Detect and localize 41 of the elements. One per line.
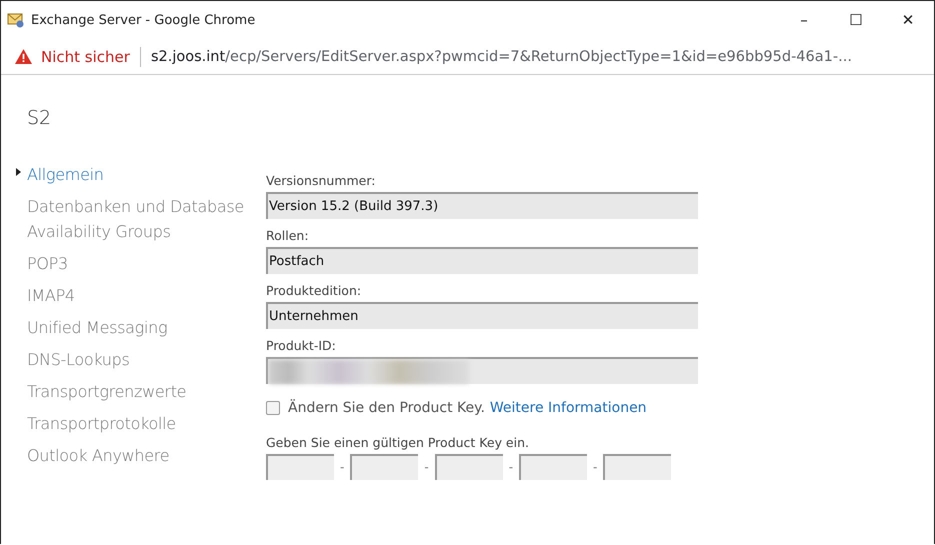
field-label: Produktedition: [266, 282, 362, 299]
sidebar-item[interactable]: DNS-Lookups [27, 347, 130, 372]
mail-icon [7, 12, 25, 28]
window-control[interactable]: ✕ [882, 1, 934, 39]
sidebar-item[interactable]: Transportprotokolle [27, 411, 176, 436]
sidebar-item[interactable]: IMAP4 [27, 283, 75, 308]
warning-icon [15, 49, 32, 64]
field-label: Rollen: [266, 227, 310, 244]
input-field[interactable]: Postfach [266, 247, 698, 274]
window-control[interactable]: ☐ [830, 1, 882, 39]
security-status[interactable]: Nicht sicher [41, 48, 130, 66]
page-title: S2 [27, 107, 52, 129]
url-host[interactable]: s2.joos.int [150, 48, 226, 64]
key-separator: - [593, 460, 598, 474]
triangle-icon [16, 168, 21, 176]
sidebar-item[interactable]: Transportgrenzwerte [27, 379, 186, 404]
key-separator: - [424, 460, 429, 474]
key-field[interactable] [350, 454, 418, 480]
checkbox[interactable] [266, 401, 280, 415]
input-field[interactable]: Unternehmen [266, 302, 698, 329]
key-field[interactable] [603, 454, 672, 480]
window-control[interactable]: – [778, 1, 830, 39]
key-separator: - [340, 460, 344, 474]
key-separator: - [508, 460, 514, 474]
sidebar-item[interactable]: Unified Messaging [27, 315, 168, 340]
key-field[interactable] [434, 454, 503, 480]
checkbox-label: Ändern Sie den Product Key. [288, 400, 485, 416]
url-path[interactable]: /ecp/Servers/EditServer.aspx?pwmcid=7&ReturnObjectType=1&id=e96bb95d-46a1-... [225, 48, 852, 64]
input-field[interactable]: Version 15.2 (Build 397.3) [266, 192, 698, 219]
sidebar-item[interactable]: Allgemein [27, 162, 104, 187]
window-title: Exchange Server - Google Chrome [31, 12, 256, 28]
sidebar-item[interactable]: POP3 [27, 251, 68, 276]
more-info-link[interactable]: Weitere Informationen [490, 400, 647, 416]
sidebar-item[interactable]: Outlook Anywhere [27, 443, 170, 468]
key-field[interactable] [266, 454, 334, 480]
product-key-label: Geben Sie einen gültigen Product Key ein. [266, 434, 530, 451]
key-field[interactable] [519, 454, 588, 480]
field-label: Produkt-ID: [266, 337, 337, 354]
field-label: Versionsnummer: [266, 172, 376, 189]
input-field[interactable] [266, 357, 698, 384]
sidebar-item[interactable]: Datenbanken und Database Availability Groups [27, 194, 266, 244]
